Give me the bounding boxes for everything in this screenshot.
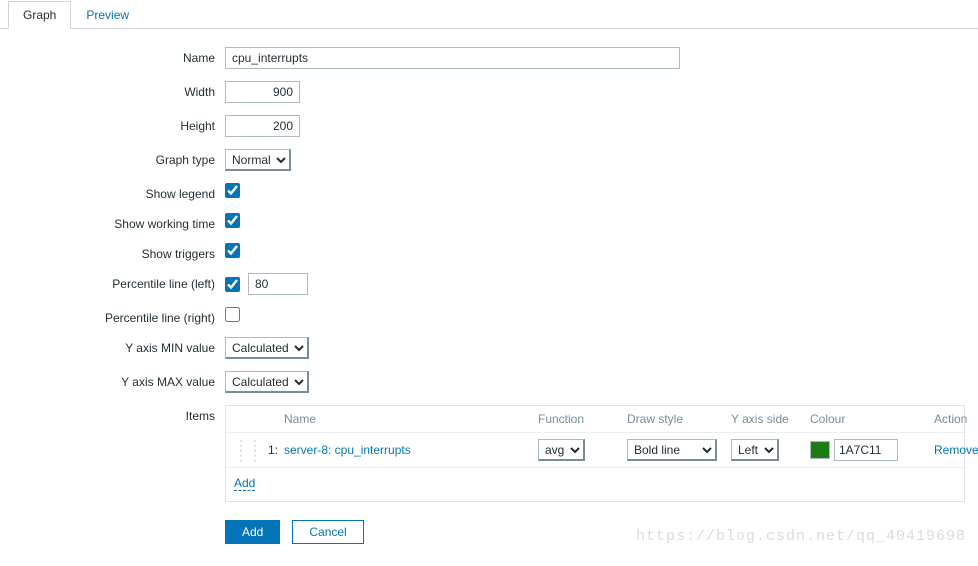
label-name: Name: [10, 47, 225, 65]
name-input[interactable]: [225, 47, 680, 69]
tab-preview[interactable]: Preview: [71, 1, 144, 29]
y-min-select[interactable]: Calculated: [225, 337, 309, 359]
colour-swatch[interactable]: [810, 441, 830, 459]
show-working-time-checkbox[interactable]: [225, 213, 240, 228]
show-legend-checkbox[interactable]: [225, 183, 240, 198]
y-max-select[interactable]: Calculated: [225, 371, 309, 393]
graph-form: Name Width Height Graph type Normal Show…: [0, 29, 978, 566]
label-height: Height: [10, 115, 225, 133]
items-header: Name Function Draw style Y axis side Col…: [226, 406, 964, 433]
label-items: Items: [10, 405, 225, 423]
col-name: Name: [284, 412, 534, 426]
remove-link[interactable]: Remove: [934, 443, 978, 457]
add-item-link[interactable]: Add: [234, 477, 255, 491]
show-triggers-checkbox[interactable]: [225, 243, 240, 258]
function-select[interactable]: avg: [538, 439, 585, 461]
colour-input[interactable]: 1A7C11: [834, 439, 898, 461]
col-action: Action: [934, 412, 978, 426]
add-button[interactable]: Add: [225, 520, 280, 544]
item-name-link[interactable]: server-8: cpu_interrupts: [284, 443, 411, 457]
label-percentile-left: Percentile line (left): [10, 273, 225, 291]
label-y-min: Y axis MIN value: [10, 337, 225, 355]
label-show-legend: Show legend: [10, 183, 225, 201]
y-axis-side-select[interactable]: Left: [731, 439, 779, 461]
col-y-axis-side: Y axis side: [731, 412, 806, 426]
col-colour: Colour: [810, 412, 930, 426]
label-y-max: Y axis MAX value: [10, 371, 225, 389]
drag-handle-icon[interactable]: ⋮⋮⋮⋮: [234, 440, 256, 460]
cancel-button[interactable]: Cancel: [292, 520, 363, 544]
col-draw-style: Draw style: [627, 412, 727, 426]
tab-bar: Graph Preview: [0, 0, 978, 29]
percentile-left-checkbox[interactable]: [225, 277, 240, 292]
label-percentile-right: Percentile line (right): [10, 307, 225, 325]
label-show-triggers: Show triggers: [10, 243, 225, 261]
table-row: ⋮⋮⋮⋮ 1: server-8: cpu_interrupts avg Bol…: [226, 433, 964, 468]
label-show-working-time: Show working time: [10, 213, 225, 231]
label-graph-type: Graph type: [10, 149, 225, 167]
col-function: Function: [538, 412, 623, 426]
items-table: Name Function Draw style Y axis side Col…: [225, 405, 965, 502]
tab-graph[interactable]: Graph: [8, 1, 71, 29]
draw-style-select[interactable]: Bold line: [627, 439, 717, 461]
percentile-right-checkbox[interactable]: [225, 307, 240, 322]
watermark: https://blog.csdn.net/qq_40419698: [636, 528, 966, 545]
height-input[interactable]: [225, 115, 300, 137]
percentile-left-input[interactable]: [248, 273, 308, 295]
graph-type-select[interactable]: Normal: [225, 149, 291, 171]
width-input[interactable]: [225, 81, 300, 103]
label-width: Width: [10, 81, 225, 99]
row-index: 1:: [260, 443, 280, 457]
